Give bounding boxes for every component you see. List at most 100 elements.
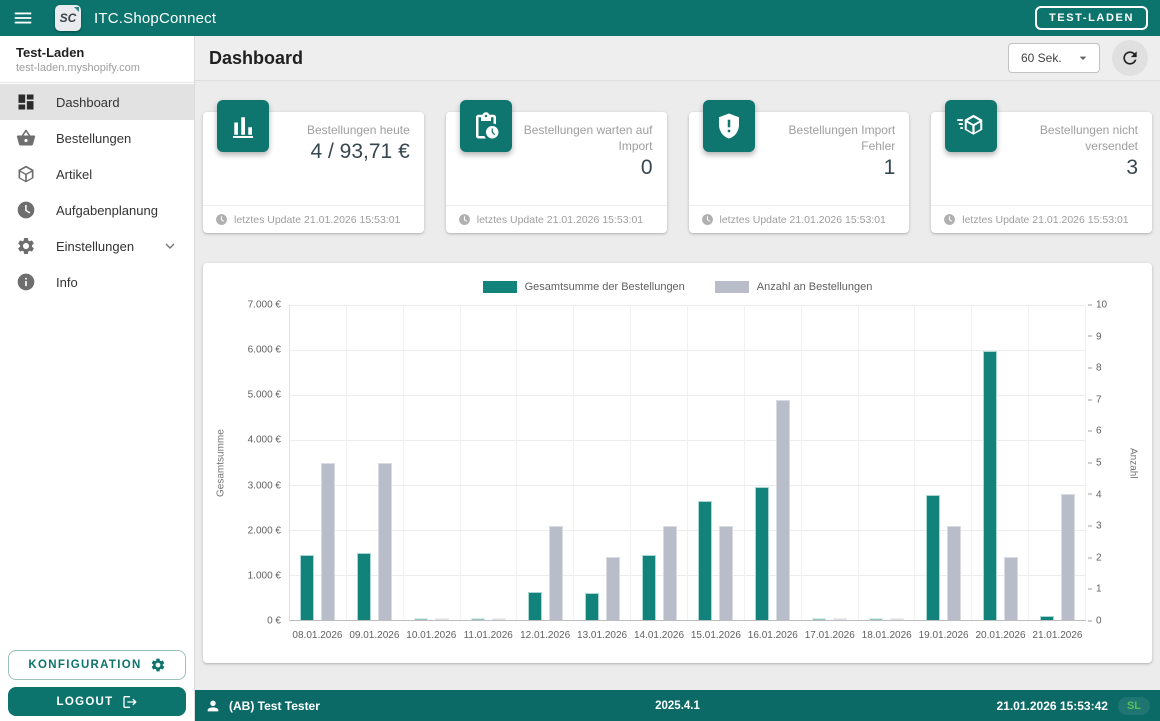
stat-card-label: Bestellungen heute [279, 122, 410, 138]
app-logo: SC [55, 5, 81, 31]
stat-card-updated-text: letztes Update 21.01.2026 15:53:01 [962, 214, 1128, 226]
x-axis-label: 13.01.2026 [574, 621, 631, 651]
bar-group [574, 305, 631, 620]
count-bar-09.01.2026 [378, 463, 392, 621]
x-axis-labels: 08.01.202609.01.202610.01.202611.01.2026… [289, 621, 1086, 651]
bar-group [517, 305, 574, 620]
x-axis-label: 20.01.2026 [972, 621, 1029, 651]
stat-card-updated: letztes Update 21.01.2026 15:53:01 [446, 205, 667, 233]
konfiguration-button[interactable]: KONFIGURATION [8, 650, 186, 680]
right-axis-tick: 4 [1088, 489, 1102, 500]
right-axis-tick: 8 [1088, 363, 1102, 374]
stat-card: Bestellungen Import Fehler1letztes Updat… [689, 112, 910, 233]
x-axis-label: 08.01.2026 [289, 621, 346, 651]
stat-card-label: Bestellungen Import Fehler [765, 122, 896, 154]
clock-icon [16, 200, 36, 220]
sidebar-item-aufgabenplanung[interactable]: Aufgabenplanung [0, 192, 194, 228]
right-axis-tick: 9 [1088, 331, 1102, 342]
count-bar-13.01.2026 [606, 557, 620, 620]
sidebar-item-label: Einstellungen [56, 239, 134, 254]
sidebar-item-dashboard[interactable]: Dashboard [0, 84, 194, 120]
sidebar-item-info[interactable]: Info [0, 264, 194, 300]
stat-card-updated: letztes Update 21.01.2026 15:53:01 [689, 205, 910, 233]
left-axis-tick: 2.000 € [248, 525, 281, 536]
stat-card: Bestellungen warten auf Import0 letztes U… [446, 112, 667, 233]
status-bar: (AB) Test Tester 2025.4.1 21.01.2026 15:… [195, 690, 1160, 721]
stat-card-label: Bestellungen nicht versendet [1007, 122, 1138, 154]
stat-card-updated: letztes Update 21.01.2026 15:53:01 [931, 205, 1152, 233]
right-axis-tick: 2 [1088, 552, 1102, 563]
count-bar-17.01.2026 [833, 618, 847, 620]
legend-swatch [715, 281, 749, 293]
bar-group [859, 305, 916, 620]
stat-card-updated-text: letztes Update 21.01.2026 15:53:01 [234, 214, 400, 226]
shipping-box-icon [956, 111, 986, 141]
info-icon [16, 272, 36, 292]
stat-card: Bestellungen heute 4 / 93,71 € letztes Upd… [203, 112, 424, 233]
count-bar-11.01.2026 [492, 618, 506, 620]
app-window: SC ITC.ShopConnect TEST-LADEN Test-Laden… [0, 0, 1160, 721]
count-bar-08.01.2026 [321, 463, 335, 621]
bar-group [347, 305, 404, 620]
sidebar-item-label: Info [56, 275, 78, 290]
sidebar-item-einstellungen[interactable]: Einstellungen [0, 228, 194, 264]
sidebar-item-bestellungen[interactable]: Bestellungen [0, 120, 194, 156]
sum-bar-08.01.2026 [300, 555, 314, 620]
legend-label: Gesamtsumme der Bestellungen [525, 281, 685, 293]
legend-item[interactable]: Gesamtsumme der Bestellungen [483, 281, 685, 293]
bar-group [404, 305, 461, 620]
refresh-button[interactable] [1112, 40, 1148, 76]
sidebar-buttons: KONFIGURATION LOGOUT [0, 644, 194, 721]
stat-card-value: 0 [522, 156, 653, 180]
stat-card-updated-text: letztes Update 21.01.2026 15:53:01 [720, 214, 886, 226]
refresh-interval-value: 60 Sek. [1021, 51, 1062, 65]
left-axis-tick: 1.000 € [248, 570, 281, 581]
bar-group [1029, 305, 1086, 620]
app-version: 2025.4.1 [655, 700, 700, 712]
chart-legend: Gesamtsumme der Bestellungen Anzahl an Be… [213, 281, 1142, 293]
stat-card-label: Bestellungen warten auf Import [522, 122, 653, 154]
page-title: Dashboard [209, 48, 303, 69]
count-bar-18.01.2026 [890, 618, 904, 620]
right-axis-tick: 10 [1088, 300, 1107, 311]
chevron-down-icon [1075, 50, 1091, 66]
clock-icon [701, 213, 714, 226]
shield-alert-icon [714, 111, 744, 141]
right-axis-tick: 3 [1088, 521, 1102, 532]
stat-card-value: 3 [1007, 156, 1138, 180]
count-bar-14.01.2026 [663, 526, 677, 621]
status-timestamp: 21.01.2026 15:53:42 [997, 699, 1108, 713]
shop-domain: test-laden.myshopify.com [16, 62, 178, 74]
shop-name: Test-Laden [16, 45, 178, 60]
top-header: SC ITC.ShopConnect TEST-LADEN [0, 0, 1160, 36]
sum-bar-12.01.2026 [528, 592, 542, 620]
right-axis-tick: 7 [1088, 394, 1102, 405]
legend-item[interactable]: Anzahl an Bestellungen [715, 281, 873, 293]
left-axis-ticks: 7.000 €6.000 €5.000 €4.000 €3.000 €2.000… [229, 305, 289, 621]
x-axis-label: 21.01.2026 [1029, 621, 1086, 651]
refresh-interval-select[interactable]: 60 Sek. [1008, 43, 1100, 73]
chart-plot-area [289, 305, 1086, 621]
chevron-down-icon [162, 238, 178, 254]
sidebar-item-artikel[interactable]: Artikel [0, 156, 194, 192]
sum-bar-14.01.2026 [642, 555, 656, 620]
count-bar-21.01.2026 [1061, 494, 1075, 620]
bar-chart-icon [228, 111, 258, 141]
sum-bar-16.01.2026 [755, 487, 769, 620]
bar-group [688, 305, 745, 620]
bar-group [972, 305, 1029, 620]
bar-group [290, 305, 347, 620]
shop-badge-button[interactable]: TEST-LADEN [1035, 6, 1148, 30]
sidebar-item-label: Dashboard [56, 95, 120, 110]
sidebar-nav: Dashboard BestellungenArtikelAufgabenplan… [0, 83, 194, 300]
logout-icon [122, 694, 138, 710]
menu-icon[interactable] [12, 7, 34, 29]
stat-cards-row: Bestellungen heute 4 / 93,71 € letztes Upd… [195, 81, 1160, 233]
logout-button[interactable]: LOGOUT [8, 687, 186, 716]
left-axis-tick: 6.000 € [248, 345, 281, 356]
stat-card-value: 4 / 93,71 € [279, 140, 410, 164]
sum-bar-21.01.2026 [1040, 616, 1054, 620]
left-axis-tick: 7.000 € [248, 300, 281, 311]
status-badge[interactable]: SL [1118, 697, 1150, 715]
count-bar-10.01.2026 [435, 618, 449, 620]
